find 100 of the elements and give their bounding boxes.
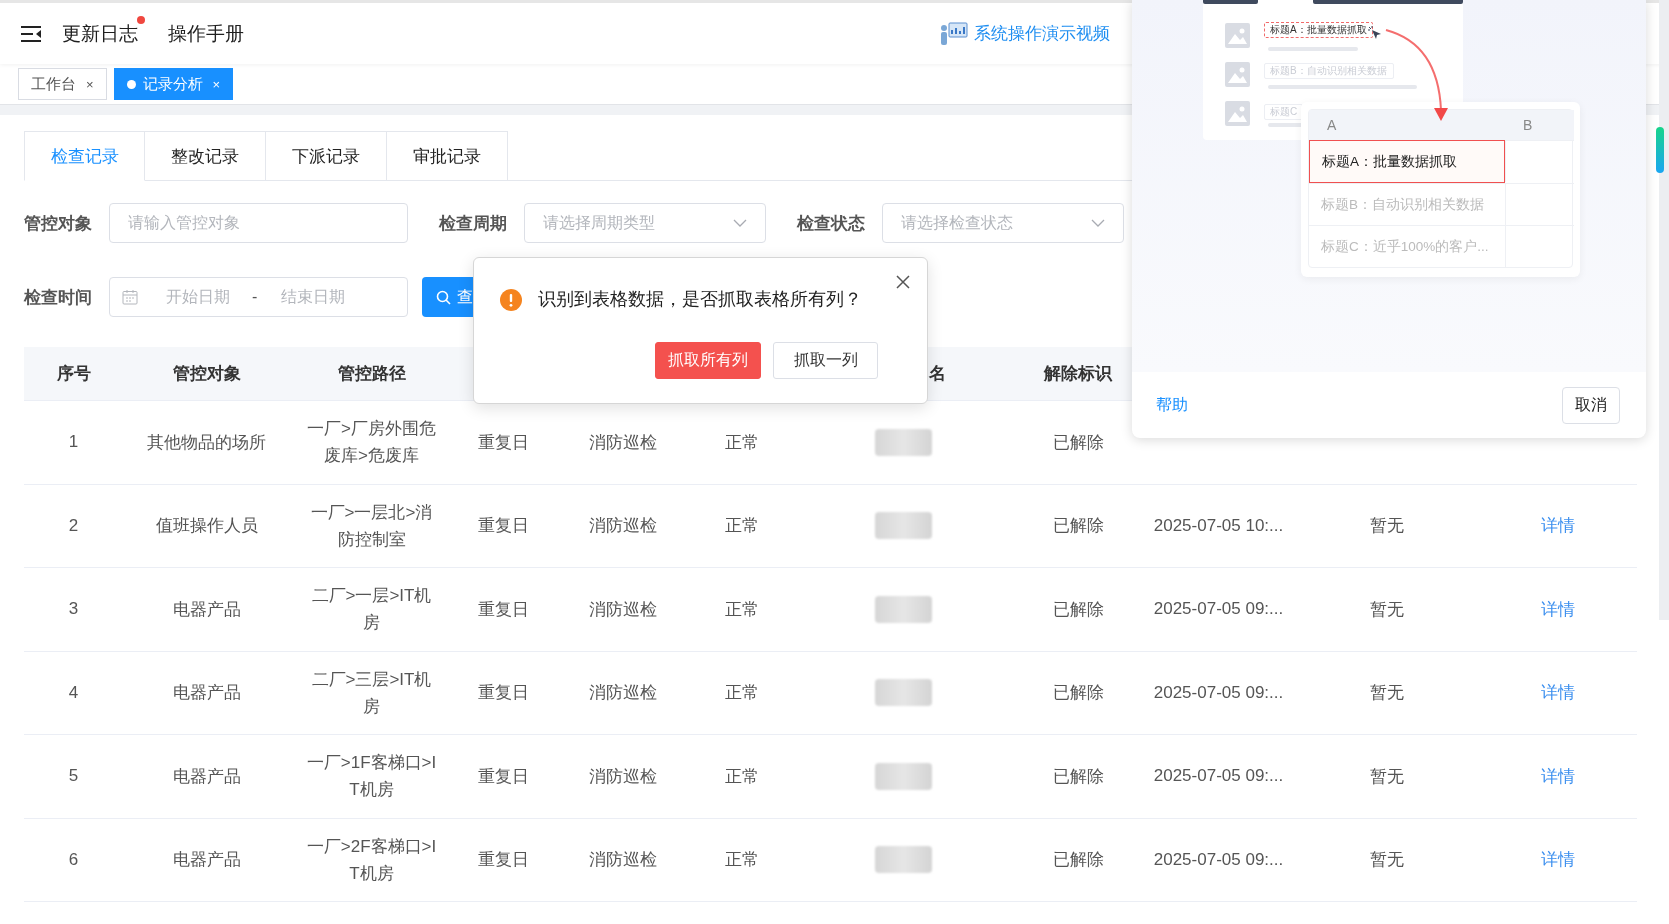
menu-icon[interactable] <box>20 24 42 43</box>
tab[interactable]: 审批记录 <box>387 131 508 181</box>
table-cell-text: 二厂>三层>IT机房 <box>310 668 433 718</box>
table-cell-text: 已解除 <box>1052 515 1104 538</box>
table-cell-text: 暂无 <box>1370 598 1404 621</box>
cancel-button[interactable]: 取消 <box>1562 386 1620 424</box>
select-field[interactable]: 请选择检查状态 <box>882 203 1124 243</box>
table-cell-text: 电器产品 <box>172 765 241 788</box>
table-cell-text: 已解除 <box>1052 682 1104 705</box>
table-cell-text: 电器产品 <box>172 682 241 705</box>
tab[interactable]: 下派记录 <box>266 131 387 181</box>
table-cell-text: 重复日 <box>478 515 529 538</box>
table-cell-text: 正常 <box>725 765 759 788</box>
table-cell-text: 消防巡检 <box>588 849 657 872</box>
close-icon[interactable] <box>896 275 910 289</box>
table-cell-text: 重复日 <box>478 598 529 621</box>
table-cell-text: 暂无 <box>1370 515 1404 538</box>
chevron-down-icon <box>733 219 747 227</box>
chevron-down-icon <box>1091 219 1105 227</box>
page-tag[interactable]: 工作台 × <box>18 68 107 100</box>
table-cell-text: 消防巡检 <box>588 598 657 621</box>
table-cell: 3 <box>68 599 79 620</box>
blurred-image <box>875 595 932 623</box>
source-label: 标题A：批量数据抓取 <box>1264 22 1373 38</box>
details-link[interactable]: 详情 <box>1541 681 1575 705</box>
page-tag[interactable]: 记录分析 × <box>113 68 234 100</box>
filter-label: 检查时间 <box>24 286 93 309</box>
table-cell: 4 <box>68 682 79 703</box>
nav-link[interactable]: 更新日志 <box>62 20 138 47</box>
table-cell-text: 电器产品 <box>172 598 241 621</box>
filter-label: 检查周期 <box>439 212 508 235</box>
tab[interactable]: 检查记录 <box>24 131 145 181</box>
table-cell-text: 正常 <box>725 849 759 872</box>
table-cell-text: 消防巡检 <box>588 682 657 705</box>
sheet-cell: 标题A：批量数据抓取 <box>1309 140 1505 183</box>
details-link[interactable]: 详情 <box>1541 764 1575 788</box>
table-cell-text: 一厂>厂房外围危废库>危废库 <box>306 418 437 468</box>
table-cell-text: 消防巡检 <box>588 515 657 538</box>
grab-all-button[interactable]: 抓取所有列 <box>655 342 761 379</box>
table-cell: 2025-07-05 09:... <box>1153 599 1284 620</box>
table-cell-text: 正常 <box>725 431 759 454</box>
blurred-image <box>875 428 932 456</box>
help-link[interactable]: 帮助 <box>1156 394 1188 416</box>
table-cell-text: 已解除 <box>1052 849 1104 872</box>
blurred-image <box>875 679 932 707</box>
table-cell-text: 正常 <box>725 598 759 621</box>
sheet-column-header: A <box>1327 117 1337 133</box>
column-header: 管控路径 <box>337 363 406 385</box>
blurred-image <box>875 762 932 790</box>
table-cell-text: 已解除 <box>1052 598 1104 621</box>
image-icon <box>1225 62 1250 87</box>
cursor-icon <box>1368 26 1382 40</box>
column-header: 解除标识 <box>1044 363 1112 385</box>
table-cell: 2025-07-05 09:... <box>1153 849 1284 870</box>
calendar-icon <box>122 289 138 305</box>
table-cell-text: 消防巡检 <box>588 765 657 788</box>
sheet-cell: 标题C：近乎100%的客户... <box>1309 225 1505 267</box>
details-link[interactable]: 详情 <box>1541 514 1575 538</box>
tab[interactable]: 整改记录 <box>145 131 266 181</box>
date-range-field[interactable]: 开始日期 - 结束日期 <box>109 277 408 317</box>
table-cell-text: 电器产品 <box>172 849 241 872</box>
table-cell-text: 一厂>一层北>消防控制室 <box>309 501 434 551</box>
table-cell-text: 重复日 <box>478 849 529 872</box>
table-cell-text: 暂无 <box>1370 765 1404 788</box>
blurred-image <box>875 512 932 540</box>
filter-label: 检查状态 <box>797 212 866 235</box>
table-cell-text: 已解除 <box>1052 431 1104 454</box>
details-link[interactable]: 详情 <box>1541 597 1575 621</box>
table-cell: 2025-07-05 09:... <box>1153 682 1284 703</box>
table-cell-text: 一厂>2F客梯口>IT机房 <box>305 835 438 885</box>
table-cell: 2 <box>68 515 79 536</box>
table-cell-text: 消防巡检 <box>588 431 657 454</box>
scrollbar[interactable] <box>1659 0 1669 620</box>
video-link[interactable]: 系统操作演示视频 <box>974 22 1110 45</box>
blurred-image <box>875 846 932 874</box>
grab-one-button[interactable]: 抓取一列 <box>773 342 878 379</box>
table-cell-text: 正常 <box>725 682 759 705</box>
input-field[interactable]: 请输入管控对象 <box>109 203 408 243</box>
select-field[interactable]: 请选择周期类型 <box>524 203 766 243</box>
details-link[interactable]: 详情 <box>1541 848 1575 872</box>
table-cell-text: 重复日 <box>478 431 529 454</box>
table-cell: 5 <box>68 766 79 787</box>
image-icon <box>1225 101 1250 126</box>
table-cell-text: 二厂>一层>IT机房 <box>310 585 433 635</box>
table-cell-text: 重复日 <box>478 682 529 705</box>
table-cell-text: 正常 <box>725 515 759 538</box>
column-header: 名 <box>929 363 946 385</box>
table-cell-text: 一厂>1F客梯口>IT机房 <box>305 752 438 802</box>
nav-link[interactable]: 操作手册 <box>168 20 244 47</box>
dialog-message: 识别到表格数据，是否抓取表格所有列？ <box>538 288 862 311</box>
table-cell: 2025-07-05 10:... <box>1153 515 1284 536</box>
scroll-thumb[interactable] <box>1656 127 1664 173</box>
table-cell-text: 其他物品的场所 <box>147 431 266 454</box>
column-header: 序号 <box>56 363 91 385</box>
sheet-cell: 标题B：自动识别相关数据 <box>1309 183 1505 225</box>
column-header: 管控对象 <box>172 363 241 385</box>
sheet-column-header: B <box>1523 117 1533 133</box>
table-cell-text: 值班操作人员 <box>155 515 258 538</box>
table-cell-text: 重复日 <box>478 765 529 788</box>
table-cell-text: 已解除 <box>1052 765 1104 788</box>
